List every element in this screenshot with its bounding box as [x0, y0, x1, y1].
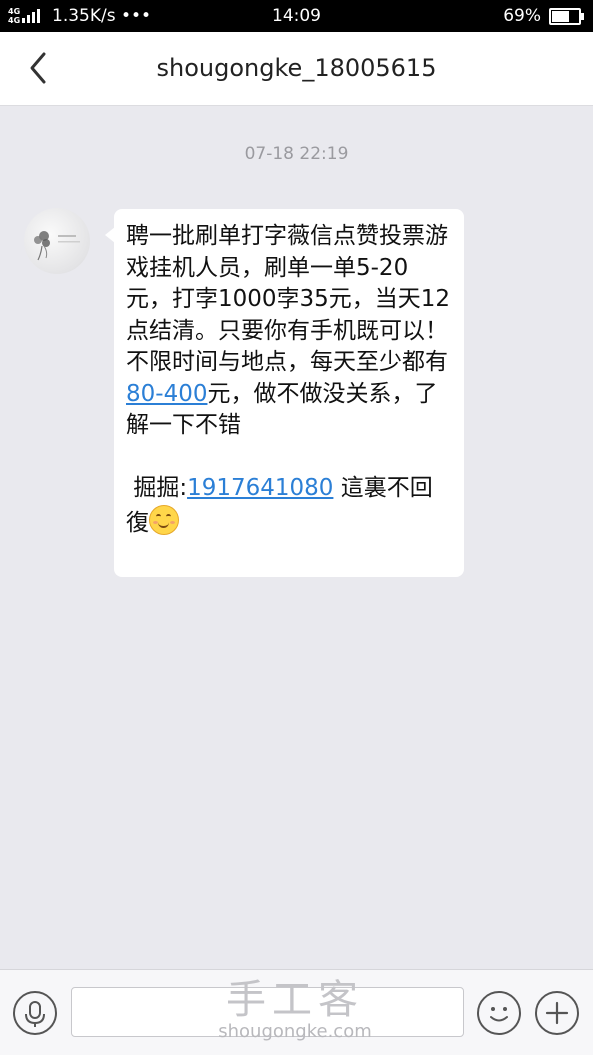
avatar-image — [34, 231, 80, 261]
battery-icon — [549, 7, 584, 25]
battery-percent: 69% — [503, 6, 541, 26]
watermark: 手工客 shougongke.com — [200, 978, 390, 1042]
message-bubble[interactable]: 聘一批刷单打字薇信点赞投票游戏挂机人员，刷单一单5-20元，打孛1000孛35元… — [105, 209, 464, 577]
microphone-icon — [25, 1001, 45, 1027]
status-bar: 4G 4G 1.35K/s ••• 14:09 69% — [0, 0, 593, 32]
voice-button[interactable] — [13, 991, 57, 1035]
plus-icon — [545, 1001, 569, 1025]
compose-bar: 手工客 shougongke.com — [0, 969, 593, 1055]
watermark-url: shougongke.com — [218, 1021, 372, 1042]
more-button[interactable] — [535, 991, 579, 1035]
avatar[interactable] — [24, 208, 90, 274]
page-title: shougongke_18005615 — [156, 54, 437, 82]
contact-prefix: 掘掘: — [126, 475, 188, 501]
status-right: 69% — [503, 6, 584, 26]
message-timestamp: 07-18 22:19 — [244, 144, 349, 164]
emoji-button[interactable] — [477, 991, 521, 1035]
phone-number-link[interactable]: 1917641080 — [187, 475, 333, 501]
watermark-logo: 手工客 — [226, 977, 364, 1023]
conversation-header: shougongke_18005615 — [0, 32, 593, 106]
smiley-icon — [490, 1007, 508, 1022]
smiling-face-icon — [149, 504, 179, 535]
message-text: 聘一批刷单打字薇信点赞投票游戏挂机人员，刷单一单5-20元，打孛1000孛35元… — [126, 223, 451, 375]
amount-link[interactable]: 80-400 — [126, 381, 207, 407]
